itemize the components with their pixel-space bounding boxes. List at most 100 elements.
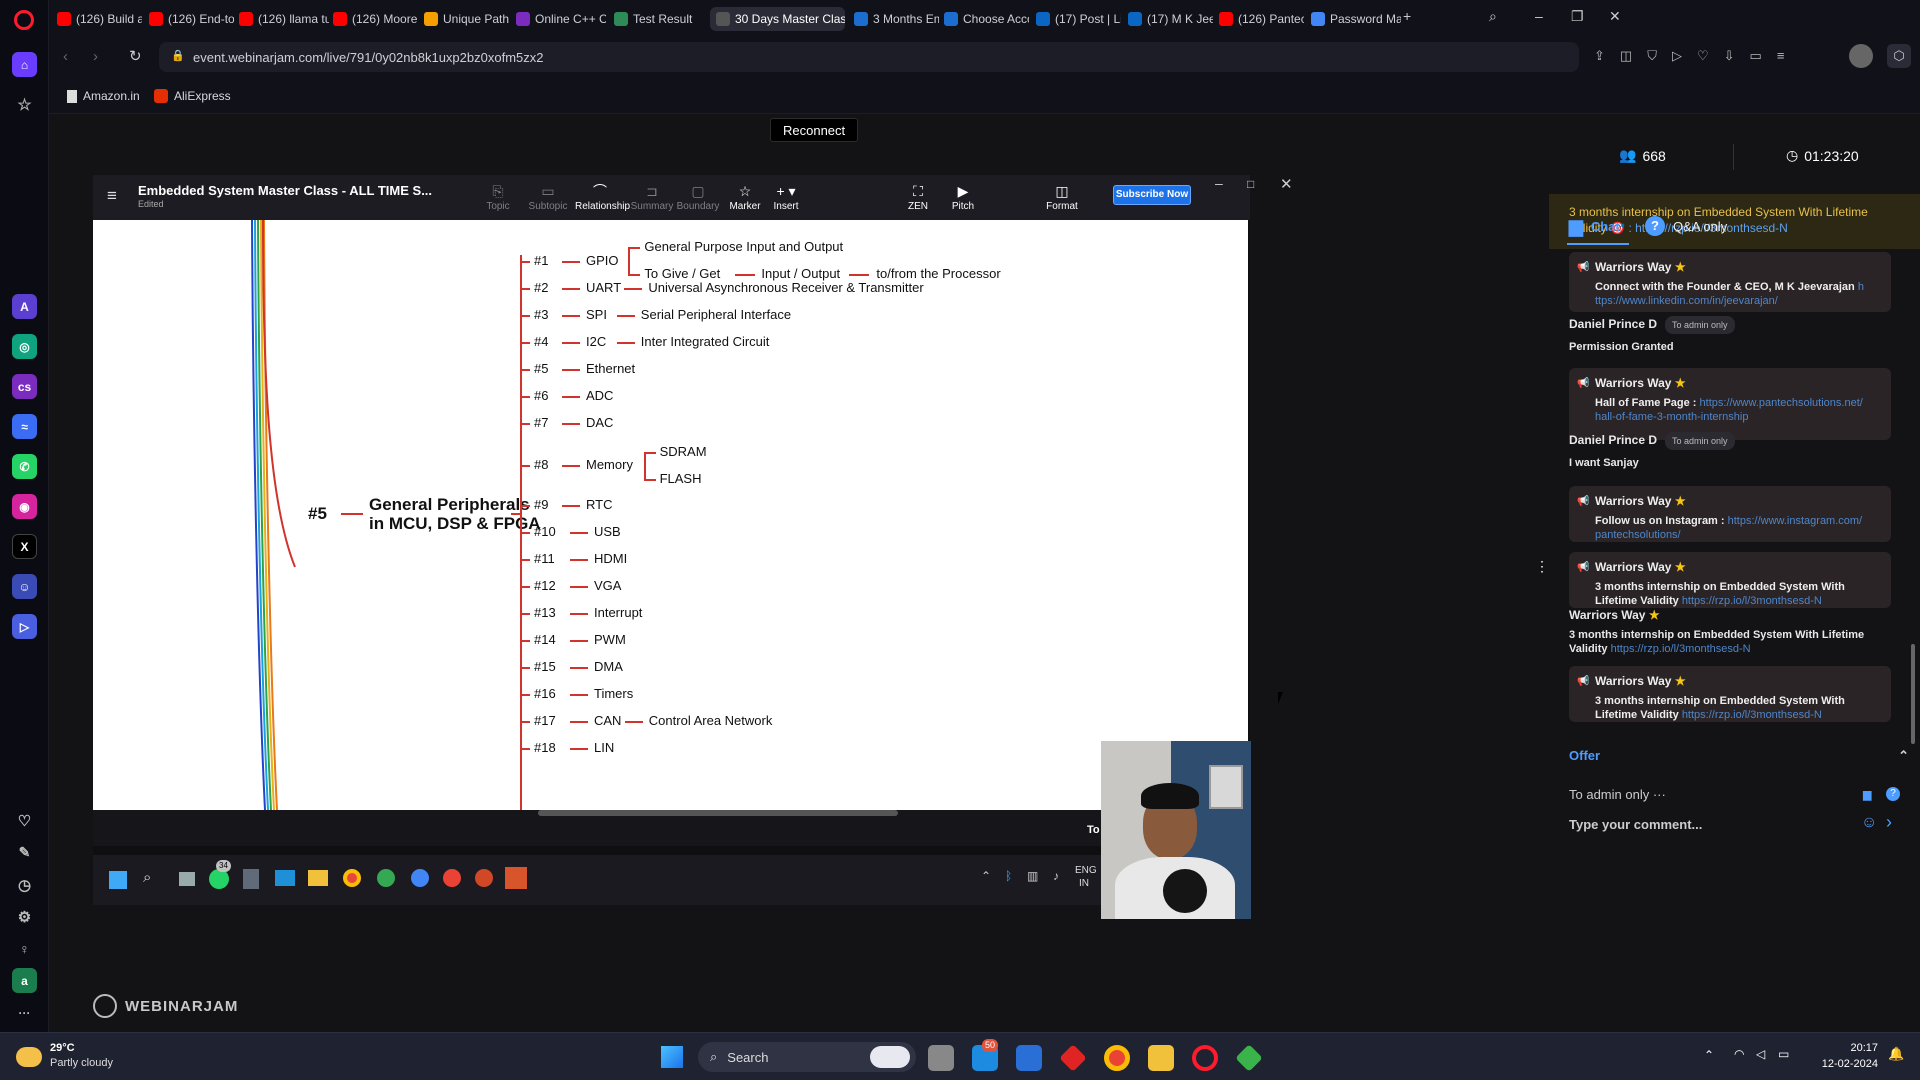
message-link[interactable]: https://rzp.io/l/3monthsesd-N (1611, 643, 1751, 655)
chat-message[interactable]: 📢 Warriors Way ★ 3 months internship on Em… (1569, 552, 1891, 608)
mic-icon[interactable]: ♪ (1053, 869, 1059, 883)
horizontal-scrollbar[interactable]: To (93, 810, 1250, 846)
tab-7[interactable]: 30 Days Master Class (710, 7, 845, 31)
tab-4[interactable]: Unique Paths II (424, 7, 509, 31)
tips-icon[interactable]: ♀ (12, 936, 37, 961)
opera-logo-icon[interactable] (14, 10, 34, 30)
bluetooth-icon[interactable]: ᛒ (1005, 869, 1012, 883)
reconnect-button[interactable]: Reconnect (770, 118, 859, 142)
camera-icon[interactable]: ◫ (1620, 48, 1647, 63)
item-description[interactable]: Control Area Network (649, 713, 773, 728)
notification-icon[interactable]: 🔔 (1888, 1046, 1904, 1062)
memory-sub1[interactable]: SDRAM (660, 444, 707, 459)
item-lin[interactable]: LIN (594, 740, 614, 755)
store-icon[interactable] (1016, 1045, 1042, 1071)
tool-boundary[interactable]: ▢ Boundary (673, 183, 723, 212)
gpio-sub2a[interactable]: To Give / Get (644, 266, 720, 281)
tab-2[interactable]: (126) llama tuto (239, 7, 329, 31)
reload-icon[interactable]: ↻ (129, 47, 142, 65)
battery-icon[interactable]: ▭ (1750, 48, 1777, 63)
whatsapp-icon[interactable]: ✆ (12, 454, 37, 479)
bookmark-amazon[interactable]: Amazon.in (67, 89, 140, 103)
help-icon[interactable]: ? (1886, 787, 1900, 801)
tab-6[interactable]: Test Result (614, 7, 702, 31)
mindmap-canvas[interactable]: #5 General Peripherals in MCU, DSP & FPG… (93, 220, 1248, 810)
tab-chat[interactable]: ▆ Chat (1569, 216, 1620, 237)
tool-topic[interactable]: ⎘ Topic (473, 183, 523, 212)
player-icon[interactable]: ▷ (12, 614, 37, 639)
panel-toggle-icon[interactable]: ⋮ (1535, 558, 1549, 575)
calculator-icon[interactable] (243, 869, 259, 889)
extensions-icon[interactable]: ⬡ (1887, 44, 1911, 68)
folder-icon[interactable] (308, 870, 328, 886)
volume-icon[interactable]: ◁ (1756, 1047, 1765, 1061)
item-dac[interactable]: DAC (586, 415, 613, 430)
chat-message[interactable]: Warriors Way ★ 3 months internship on Emb… (1569, 608, 1899, 656)
new-tab-icon[interactable]: + (1403, 8, 1411, 24)
clock-time[interactable]: 20:17 (1824, 1042, 1878, 1054)
chrome-icon[interactable] (343, 869, 361, 887)
aria-icon[interactable]: A (12, 294, 37, 319)
chat-icon[interactable]: ▆ (1863, 788, 1871, 801)
tab-11[interactable]: (17) M K Jeevar (1128, 7, 1213, 31)
minimize-window-icon[interactable]: – (1535, 8, 1543, 24)
tool-pitch[interactable]: ▶ Pitch (938, 183, 988, 212)
hamburger-icon[interactable]: ≡ (107, 186, 117, 206)
url-field[interactable]: 🔒 event.webinarjam.com/live/791/0y02nb8k… (159, 42, 1579, 72)
profile-avatar[interactable] (1849, 44, 1873, 68)
offer-section[interactable]: Offer ⌃ (1569, 748, 1909, 764)
tab-3[interactable]: (126) Moore vo (333, 7, 418, 31)
item-description[interactable]: Serial Peripheral Interface (641, 307, 791, 322)
share-icon[interactable]: ⇪ (1594, 48, 1620, 63)
gpio-sub2b[interactable]: Input / Output (761, 266, 840, 281)
gpio-sub1[interactable]: General Purpose Input and Output (644, 239, 843, 254)
app-icon-green[interactable] (1235, 1044, 1263, 1072)
item-spi[interactable]: SPI (586, 307, 607, 322)
discord-icon[interactable]: ☺ (12, 574, 37, 599)
shield-icon[interactable]: ⛉ (1647, 48, 1672, 63)
explorer-icon[interactable] (1148, 1045, 1174, 1071)
tab-9[interactable]: Choose Accoun (944, 7, 1029, 31)
chrome-icon-2[interactable] (377, 869, 395, 887)
tool-format[interactable]: ◫ Format (1037, 183, 1087, 212)
item-dma[interactable]: DMA (594, 659, 623, 674)
item-rtc[interactable]: RTC (586, 497, 612, 512)
chat-message[interactable]: 📢 Warriors Way ★ Hall of Fame Page : https… (1569, 368, 1891, 440)
item-adc[interactable]: ADC (586, 388, 613, 403)
tool-insert[interactable]: + ▾ Insert (761, 183, 811, 212)
tab-13[interactable]: Password Mana (1311, 7, 1401, 31)
item-description[interactable]: Universal Asynchronous Receiver & Transm… (648, 280, 923, 295)
forward-icon[interactable]: › (93, 48, 98, 65)
maximize-icon[interactable]: □ (1247, 177, 1254, 191)
emoji-icon[interactable]: ☺ (1861, 814, 1877, 832)
taskview-icon[interactable] (928, 1045, 954, 1071)
item-ethernet[interactable]: Ethernet (586, 361, 635, 376)
gpio-sub2c[interactable]: to/from the Processor (876, 266, 1000, 281)
tab-qa[interactable]: ? Q&A only (1645, 216, 1727, 236)
collapse-icon[interactable]: ⌃ (1898, 748, 1909, 764)
clock-date[interactable]: 12-02-2024 (1818, 1058, 1878, 1070)
memory-sub2[interactable]: FLASH (660, 471, 702, 486)
menu-icon[interactable]: ≡ (1777, 48, 1800, 63)
play-icon[interactable]: ▷ (1672, 48, 1697, 63)
wifi-icon[interactable]: ◠ (1734, 1047, 1744, 1061)
tab-0[interactable]: (126) Build a D (57, 7, 142, 31)
battery-icon[interactable]: ▭ (1778, 1047, 1789, 1061)
network-icon[interactable]: ▥ (1027, 869, 1038, 883)
chat-message[interactable]: Daniel Prince D To admin only Permission G… (1569, 316, 1899, 354)
chat-message[interactable]: 📢 Warriors Way ★ 3 months internship on Em… (1569, 666, 1891, 722)
message-link[interactable]: https://rzp.io/l/3monthsesd-N (1682, 709, 1822, 721)
item-description[interactable]: Inter Integrated Circuit (641, 334, 770, 349)
app-icon-red[interactable] (1059, 1044, 1087, 1072)
chat-scrollbar[interactable] (1911, 644, 1915, 744)
subscribe-button[interactable]: Subscribe Now (1113, 185, 1191, 205)
home-icon[interactable]: ⌂ (12, 52, 37, 77)
message-link[interactable]: https://rzp.io/l/3monthsesd-N (1682, 595, 1822, 607)
audience-selector[interactable]: To admin only ··· (1569, 787, 1666, 802)
tool-subtopic[interactable]: ▭ Subtopic (523, 183, 573, 212)
item-hdmi[interactable]: HDMI (594, 551, 627, 566)
opera-icon[interactable] (1192, 1045, 1218, 1071)
minimize-icon[interactable]: – (1215, 175, 1223, 191)
item-usb[interactable]: USB (594, 524, 621, 539)
heart-icon[interactable]: ♡ (1697, 48, 1724, 63)
